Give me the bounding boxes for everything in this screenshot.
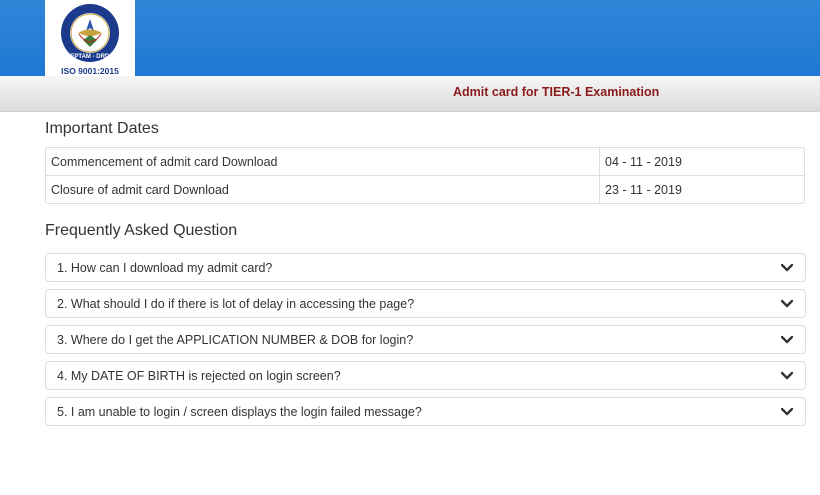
faq-question: 5. I am unable to login / screen display… bbox=[57, 405, 422, 419]
site-header: CEPTAM - DRDO ISO 9001:2015 bbox=[0, 0, 820, 76]
emblem-icon: CEPTAM - DRDO ISO 9001:2015 bbox=[61, 4, 119, 76]
faq-item[interactable]: 3. Where do I get the APPLICATION NUMBER… bbox=[45, 325, 806, 354]
table-row: Commencement of admit card Download 04 -… bbox=[46, 148, 804, 176]
chevron-down-icon[interactable] bbox=[781, 263, 793, 272]
faq-accordion: 1. How can I download my admit card? 2. … bbox=[45, 253, 806, 433]
chevron-down-icon[interactable] bbox=[781, 335, 793, 344]
date-label: Commencement of admit card Download bbox=[46, 148, 599, 176]
faq-question: 4. My DATE OF BIRTH is rejected on login… bbox=[57, 369, 341, 383]
faq-item[interactable]: 4. My DATE OF BIRTH is rejected on login… bbox=[45, 361, 806, 390]
date-value: 04 - 11 - 2019 bbox=[599, 148, 804, 176]
important-dates-heading: Important Dates bbox=[45, 120, 159, 137]
faq-heading: Frequently Asked Question bbox=[45, 222, 238, 239]
logo-ring-text: CEPTAM - DRDO bbox=[66, 54, 114, 60]
logo-iso-text: ISO 9001:2015 bbox=[61, 66, 119, 76]
page-title: Admit card for TIER-1 Examination bbox=[453, 85, 660, 99]
chevron-down-icon[interactable] bbox=[781, 299, 793, 308]
date-value: 23 - 11 - 2019 bbox=[599, 176, 804, 203]
chevron-down-icon[interactable] bbox=[781, 407, 793, 416]
faq-item[interactable]: 2. What should I do if there is lot of d… bbox=[45, 289, 806, 318]
faq-item[interactable]: 1. How can I download my admit card? bbox=[45, 253, 806, 282]
table-row: Closure of admit card Download 23 - 11 -… bbox=[46, 176, 804, 203]
faq-item[interactable]: 5. I am unable to login / screen display… bbox=[45, 397, 806, 426]
ceptam-drdo-logo[interactable]: CEPTAM - DRDO ISO 9001:2015 bbox=[45, 0, 135, 76]
chevron-down-icon[interactable] bbox=[781, 371, 793, 380]
faq-question: 1. How can I download my admit card? bbox=[57, 261, 273, 275]
faq-question: 2. What should I do if there is lot of d… bbox=[57, 297, 415, 311]
title-bar: Admit card for TIER-1 Examination bbox=[0, 76, 820, 112]
faq-question: 3. Where do I get the APPLICATION NUMBER… bbox=[57, 333, 414, 347]
important-dates-table: Commencement of admit card Download 04 -… bbox=[45, 147, 805, 204]
date-label: Closure of admit card Download bbox=[51, 182, 229, 197]
